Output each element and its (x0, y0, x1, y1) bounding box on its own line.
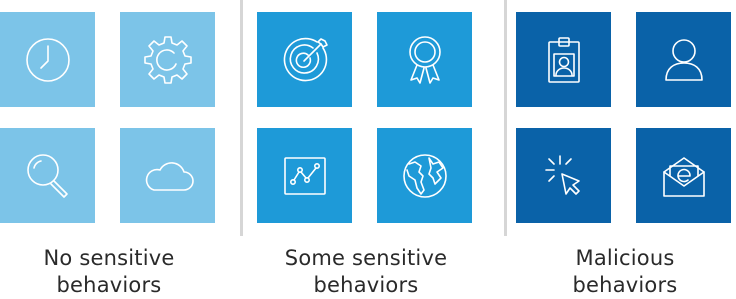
tile-cloud (120, 128, 215, 223)
email-envelope-icon (662, 156, 705, 197)
tile-clock (0, 12, 95, 107)
target-icon (283, 37, 328, 81)
caption-no-sensitive: No sensitive behaviors (0, 245, 218, 299)
tile-id-badge (516, 12, 611, 107)
divider (240, 0, 243, 236)
group-no-sensitive-behaviors: No sensitive behaviors (0, 12, 218, 297)
tile-target (257, 12, 352, 107)
caption-line-1: No sensitive (43, 246, 175, 270)
tile-user (636, 12, 731, 107)
caption-line-1: Some sensitive (284, 246, 448, 270)
gear-icon (143, 35, 192, 84)
tile-magnifier (0, 128, 95, 223)
tile-line-chart (257, 128, 352, 223)
tile-award-ribbon (377, 12, 472, 107)
user-icon (664, 38, 703, 81)
caption-some-sensitive: Some sensitive behaviors (257, 245, 475, 299)
tile-globe (377, 128, 472, 223)
clock-icon (25, 37, 70, 82)
divider (504, 0, 507, 236)
group-some-sensitive-behaviors: Some sensitive behaviors (257, 12, 475, 297)
cursor-click-icon (544, 154, 580, 195)
globe-icon (402, 153, 447, 198)
caption-line-1: Malicious (575, 246, 675, 270)
tile-gear (120, 12, 215, 107)
tile-cursor-click (516, 128, 611, 223)
tile-email-envelope (636, 128, 731, 223)
magnifier-icon (26, 153, 68, 198)
cloud-icon (145, 161, 194, 191)
caption-malicious: Malicious behaviors (516, 245, 734, 299)
line-chart-icon (283, 156, 326, 195)
group-malicious-behaviors: Malicious behaviors (516, 12, 734, 297)
award-ribbon-icon (408, 35, 441, 84)
id-badge-icon (547, 36, 580, 83)
